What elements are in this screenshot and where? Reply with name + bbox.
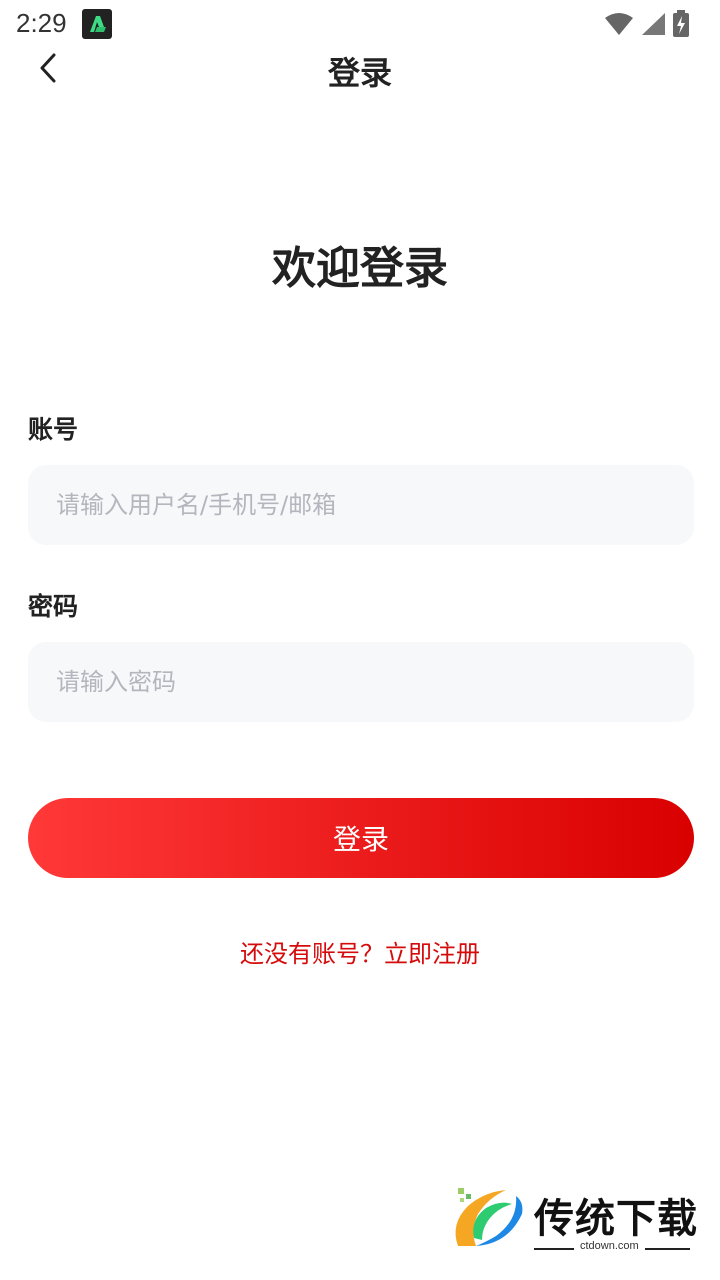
page-title: 登录 <box>327 54 392 92</box>
battery-charging-icon <box>672 10 690 38</box>
register-link[interactable]: 还没有账号？立即注册 <box>0 934 720 969</box>
wifi-icon <box>604 12 634 36</box>
brand-name: 传统下载 <box>534 1196 698 1242</box>
password-input[interactable] <box>28 642 694 722</box>
status-time: 2:29 <box>16 8 67 38</box>
app-icon <box>82 9 112 39</box>
brand-domain: ctdown.com <box>574 1240 645 1252</box>
nav-bar: 登录 <box>0 40 720 96</box>
account-label: 账号 <box>28 415 79 444</box>
welcome-title: 欢迎登录 <box>272 243 448 294</box>
account-input[interactable] <box>28 465 694 545</box>
watermark: 传统下载 ctdown.com <box>448 1184 698 1258</box>
status-icons <box>604 10 690 38</box>
login-button[interactable]: 登录 <box>28 798 694 878</box>
password-label: 密码 <box>28 592 79 621</box>
signal-icon <box>640 12 666 36</box>
brand-logo-icon <box>455 1188 523 1246</box>
